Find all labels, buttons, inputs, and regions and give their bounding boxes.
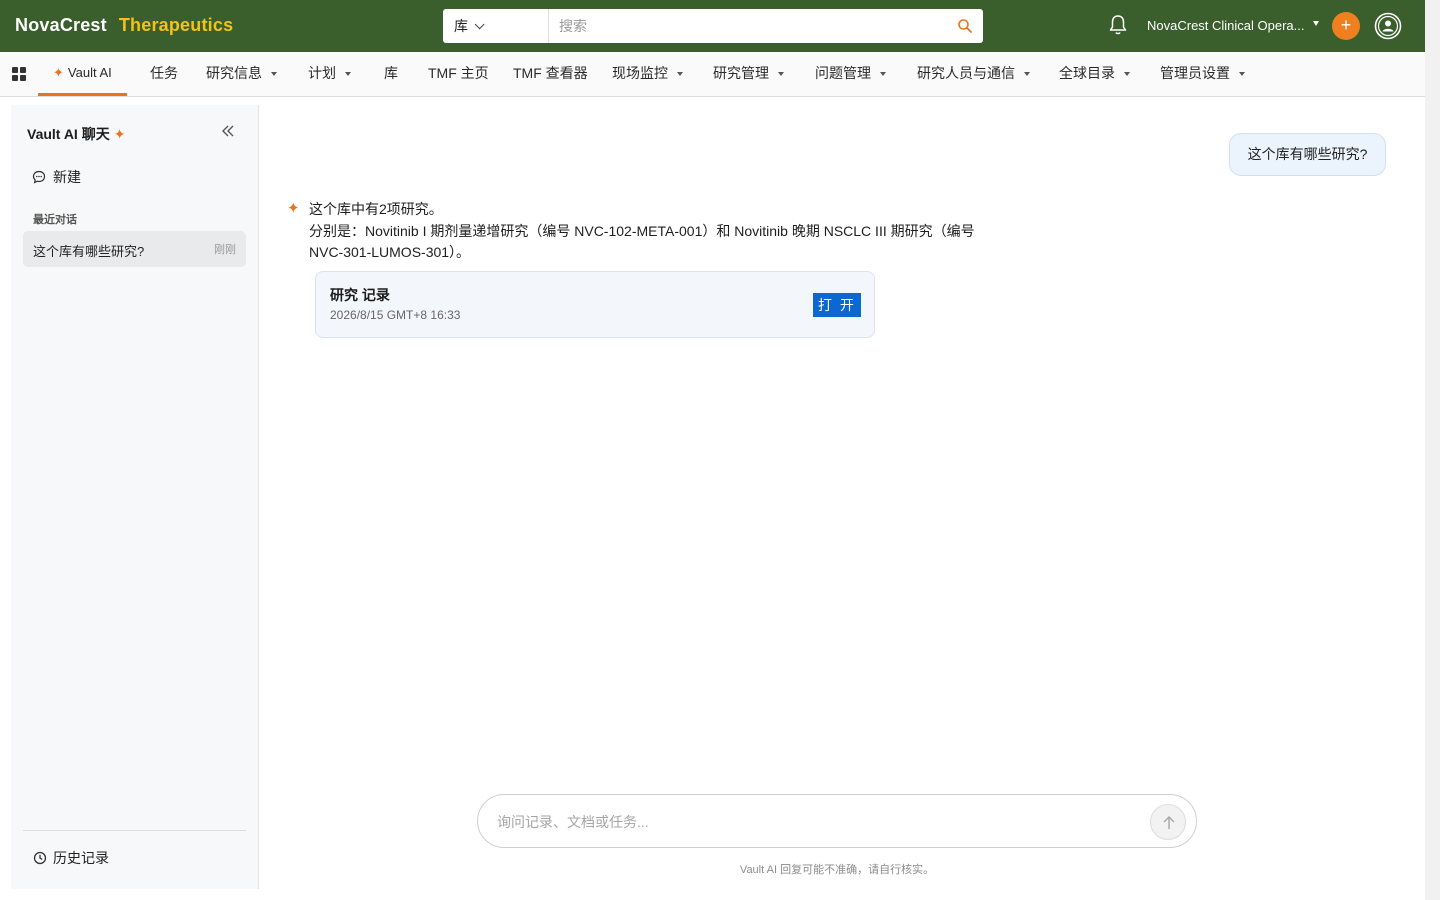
chat-sidebar: Vault AI 聊天 ✦ 新建 最近对话 这个库有哪些研究? 刚刚 历史记录: [11, 105, 259, 889]
tab-tasks[interactable]: 任务: [150, 52, 178, 96]
tab-label: TMF 主页: [428, 65, 489, 81]
send-button[interactable]: [1150, 804, 1186, 840]
tab-label: 计划: [308, 65, 336, 81]
brand-primary: NovaCrest: [15, 15, 107, 35]
user-profile-icon[interactable]: [1374, 12, 1402, 40]
tab-label: 管理员设置: [1160, 65, 1230, 81]
tab-label: 研究人员与通信: [917, 65, 1015, 81]
record-card-date: 2026/8/15 GMT+8 16:33: [330, 308, 461, 322]
recent-heading: 最近对话: [33, 214, 77, 226]
tab-study-info[interactable]: 研究信息: [206, 52, 277, 96]
search-icon[interactable]: [957, 18, 973, 34]
org-switcher[interactable]: NovaCrest Clinical Opera...: [1147, 18, 1305, 33]
chat-input-placeholder: 询问记录、文档或任务...: [497, 814, 649, 830]
ai-sparkle-icon: ✦: [287, 200, 300, 217]
tab-vault-ai[interactable]: ✦ Vault AI: [38, 52, 127, 96]
chevron-down-icon: [474, 18, 485, 29]
brand-secondary: Therapeutics: [118, 15, 234, 35]
tab-label: 全球目录: [1059, 65, 1115, 81]
tab-library[interactable]: 库: [384, 52, 398, 96]
search-input[interactable]: 搜索: [559, 16, 587, 36]
history-label: 历史记录: [53, 850, 109, 866]
caret-down-icon: [271, 72, 277, 77]
tab-label: 任务: [150, 65, 178, 81]
tab-issue-management[interactable]: 问题管理: [815, 52, 886, 96]
app-logo[interactable]: NovaCrest Therapeutics: [15, 15, 233, 36]
tab-global-directory[interactable]: 全球目录: [1059, 52, 1130, 96]
tab-label: 库: [384, 65, 398, 81]
caret-down-icon: [677, 72, 683, 77]
collapse-sidebar-icon[interactable]: [221, 124, 235, 138]
tab-label: 研究信息: [206, 65, 262, 81]
caret-down-icon: [778, 72, 784, 77]
new-chat-button[interactable]: 新建: [32, 167, 81, 187]
caret-down-icon: [1124, 72, 1130, 77]
tab-label: 问题管理: [815, 65, 871, 81]
chat-bubble-icon: [32, 170, 46, 184]
sidebar-title: Vault AI 聊天 ✦: [27, 124, 125, 144]
tab-label: TMF 查看器: [513, 65, 588, 81]
record-card-title: 研究 记录: [330, 287, 390, 303]
history-button[interactable]: 历史记录: [33, 848, 109, 868]
tab-label: 现场监控: [612, 65, 668, 81]
caret-down-icon: [1239, 72, 1245, 77]
ai-disclaimer: Vault AI 回复可能不准确，请自行核实。: [739, 864, 935, 876]
record-card: 研究 记录 2026/8/15 GMT+8 16:33 打 开: [315, 271, 875, 338]
conversation-item[interactable]: 这个库有哪些研究? 刚刚: [23, 231, 246, 267]
tab-tmf-home[interactable]: TMF 主页: [428, 52, 489, 96]
caret-down-icon: [880, 72, 886, 77]
sparkle-icon: ✦: [53, 65, 64, 80]
top-header: NovaCrest Therapeutics 库 搜索 NovaCrest Cli…: [0, 0, 1425, 52]
tab-site-monitoring[interactable]: 现场监控: [612, 52, 683, 96]
ai-response: 这个库中有2项研究。 分别是：Novitinib I 期剂量递增研究（编号 NV…: [309, 199, 1009, 264]
chat-input-box[interactable]: 询问记录、文档或任务...: [477, 794, 1197, 848]
search-scope-select[interactable]: 库: [443, 9, 549, 43]
ai-response-line: 这个库中有2项研究。: [309, 201, 443, 217]
tab-study-management[interactable]: 研究管理: [713, 52, 784, 96]
arrow-up-icon: [1163, 815, 1175, 829]
app-grid-icon[interactable]: [12, 67, 26, 81]
new-chat-label: 新建: [53, 169, 81, 185]
tab-label: 研究管理: [713, 65, 769, 81]
tab-label: Vault AI: [67, 65, 112, 80]
caret-down-icon: [1024, 72, 1030, 77]
tab-plan[interactable]: 计划: [308, 52, 351, 96]
tab-admin-settings[interactable]: 管理员设置: [1160, 52, 1245, 96]
clock-icon: [33, 851, 47, 865]
tab-tmf-viewer[interactable]: TMF 查看器: [513, 52, 588, 96]
ai-response-line: 分别是：Novitinib I 期剂量递增研究（编号 NVC-102-META-…: [309, 222, 975, 261]
user-message-bubble: 这个库有哪些研究?: [1229, 133, 1386, 176]
sparkle-icon: ✦: [113, 126, 126, 142]
global-search: 库 搜索: [443, 9, 983, 43]
sidebar-title-text: Vault AI 聊天: [27, 126, 110, 142]
search-scope-label: 库: [454, 18, 468, 34]
org-caret-icon[interactable]: [1313, 21, 1319, 26]
conversation-time: 刚刚: [214, 244, 236, 256]
divider: [23, 830, 246, 831]
open-record-button[interactable]: 打 开: [813, 293, 861, 317]
notification-bell-icon[interactable]: [1108, 14, 1128, 36]
create-button[interactable]: +: [1332, 12, 1360, 40]
caret-down-icon: [345, 72, 351, 77]
tab-investigators-comms[interactable]: 研究人员与通信: [917, 52, 1030, 96]
page-scrollbar[interactable]: [1425, 0, 1440, 900]
main-nav: ✦ Vault AI 任务 研究信息 计划 库 TMF 主页 TMF 查看器 现场…: [0, 52, 1425, 97]
conversation-title: 这个库有哪些研究?: [33, 244, 145, 259]
